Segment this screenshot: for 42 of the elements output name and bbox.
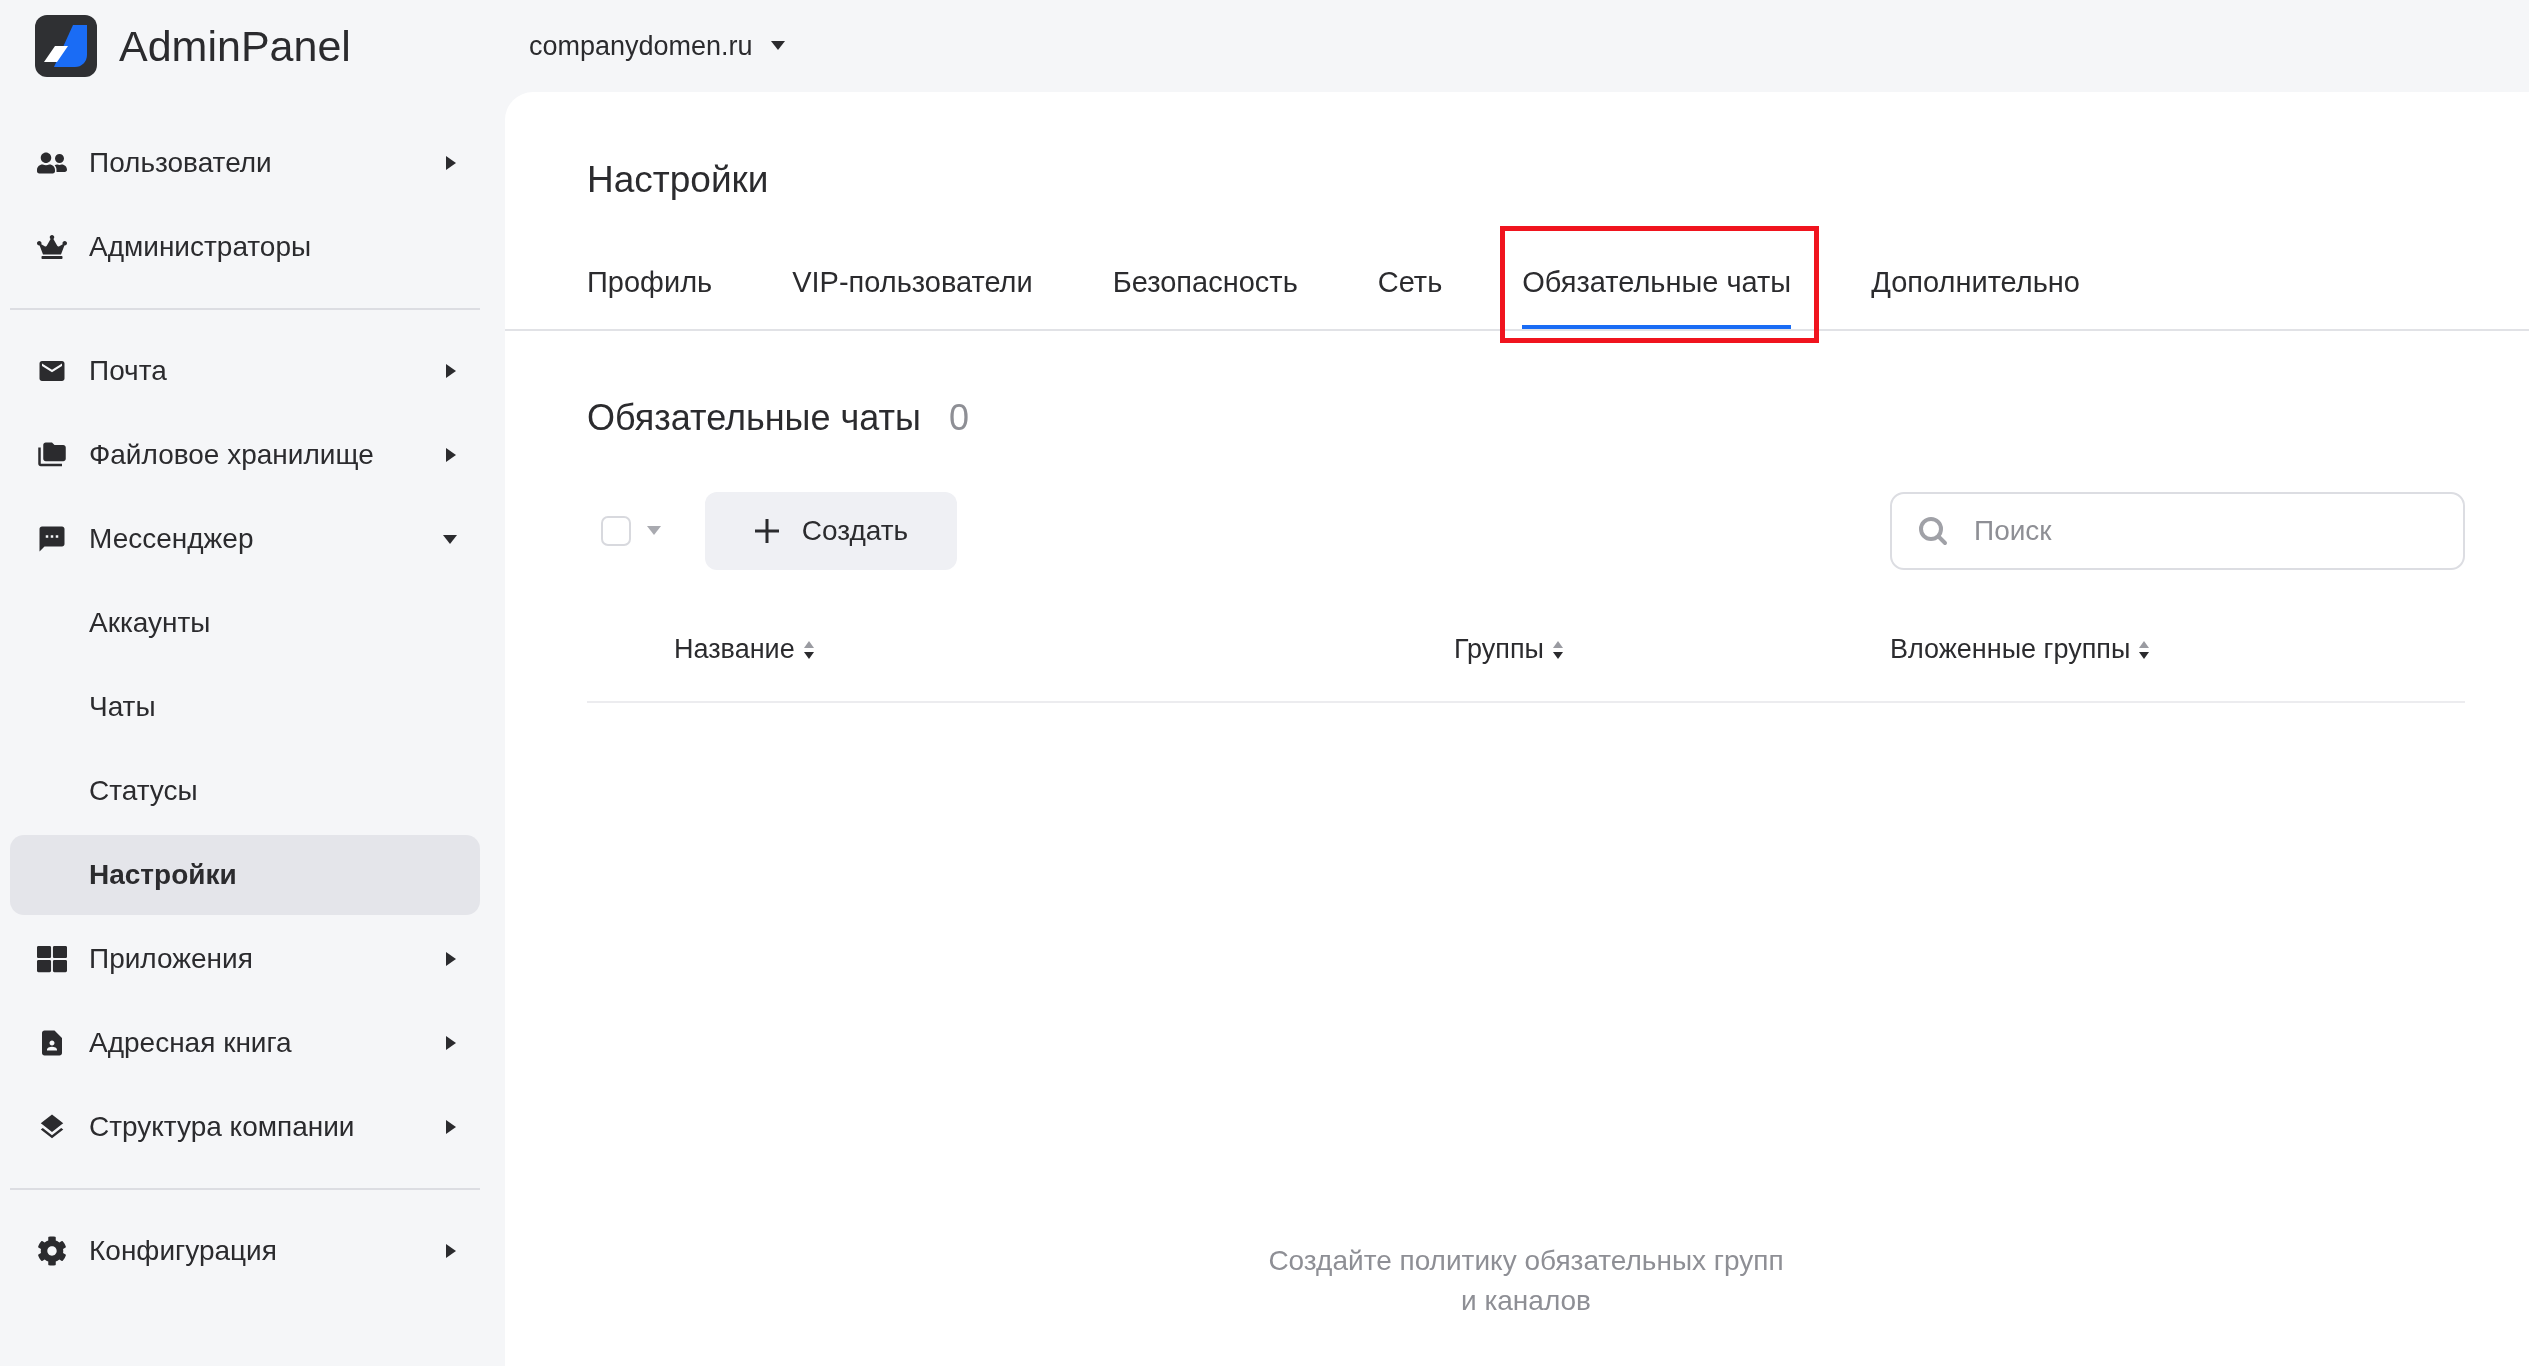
sidebar-subitem[interactable]: Настройки — [10, 835, 480, 915]
crown-icon — [35, 232, 69, 262]
tab[interactable]: Дополнительно — [1871, 256, 2080, 329]
column-header[interactable]: Группы — [1454, 634, 1890, 665]
search-icon — [1918, 516, 1948, 546]
caret-icon[interactable] — [647, 526, 661, 536]
logo-text: AdminPanel — [119, 21, 351, 71]
sidebar-subitem[interactable]: Аккаунты — [10, 583, 480, 663]
sidebar-item[interactable]: Пользователи — [10, 121, 480, 205]
column-header[interactable]: Вложенные группы — [1890, 634, 2465, 665]
column-header[interactable]: Название — [674, 634, 1454, 665]
section-title: Обязательные чаты — [587, 397, 921, 439]
logo-icon — [35, 15, 97, 77]
empty-state-message: Создайте политику обязательных групп и каналов — [1267, 1243, 1785, 1319]
settings-icon — [35, 1236, 69, 1266]
sidebar-subitem[interactable]: Статусы — [10, 751, 480, 831]
sidebar-item[interactable]: Приложения — [10, 917, 480, 1001]
item-count: 0 — [948, 397, 969, 439]
sidebar-item[interactable]: Структура компании — [10, 1085, 480, 1169]
grid-icon — [35, 944, 69, 974]
create-button[interactable]: Создать — [705, 492, 957, 570]
sidebar-item[interactable]: Почта — [10, 329, 480, 413]
tab[interactable]: Обязательные чаты — [1522, 256, 1792, 329]
sort-icon — [802, 639, 815, 660]
tab[interactable]: VIP-пользователи — [792, 256, 1033, 329]
search-field[interactable]: Поиск — [1890, 492, 2465, 570]
domain-selector[interactable]: companydomen.ru — [505, 30, 785, 62]
sort-icon — [1551, 639, 1564, 660]
sort-icon — [2138, 639, 2151, 660]
page-title: Настройки — [587, 159, 770, 201]
sidebar-item[interactable]: Файловое хранилище — [10, 413, 480, 497]
caret-icon — [770, 41, 785, 51]
sidebar-subitem[interactable]: Чаты — [10, 667, 480, 747]
sidebar-item[interactable]: Мессенджер — [10, 497, 480, 581]
tab[interactable]: Сеть — [1377, 256, 1443, 329]
tab[interactable]: Безопасность — [1112, 256, 1298, 329]
sidebar-item[interactable]: Адресная книга — [10, 1001, 480, 1085]
select-all-checkbox[interactable] — [601, 516, 631, 546]
sidebar-item[interactable]: Конфигурация — [10, 1209, 480, 1293]
sidebar-item[interactable]: Администраторы — [10, 205, 480, 289]
tab[interactable]: Профиль — [587, 256, 713, 329]
plus-icon — [753, 518, 780, 544]
